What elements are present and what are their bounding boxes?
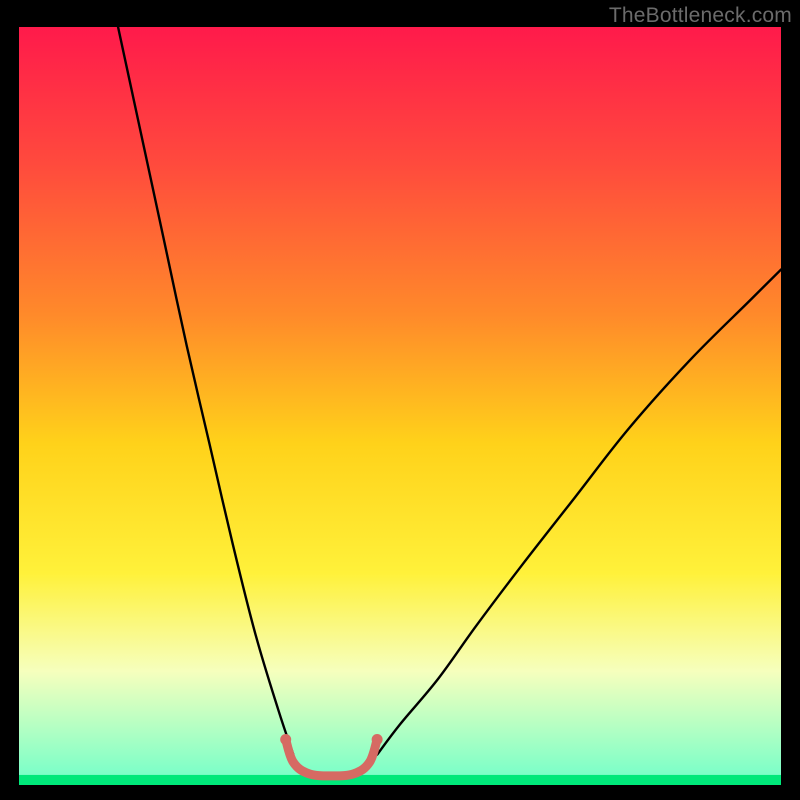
trough-end-dot-right — [372, 734, 383, 745]
bottleneck-chart — [0, 0, 800, 800]
chart-frame: { "watermark": "TheBottleneck.com", "cha… — [0, 0, 800, 800]
watermark-text: TheBottleneck.com — [609, 4, 792, 28]
plot-background — [19, 27, 781, 785]
trough-end-dot-left — [280, 734, 291, 745]
green-bottom-band — [19, 775, 781, 785]
